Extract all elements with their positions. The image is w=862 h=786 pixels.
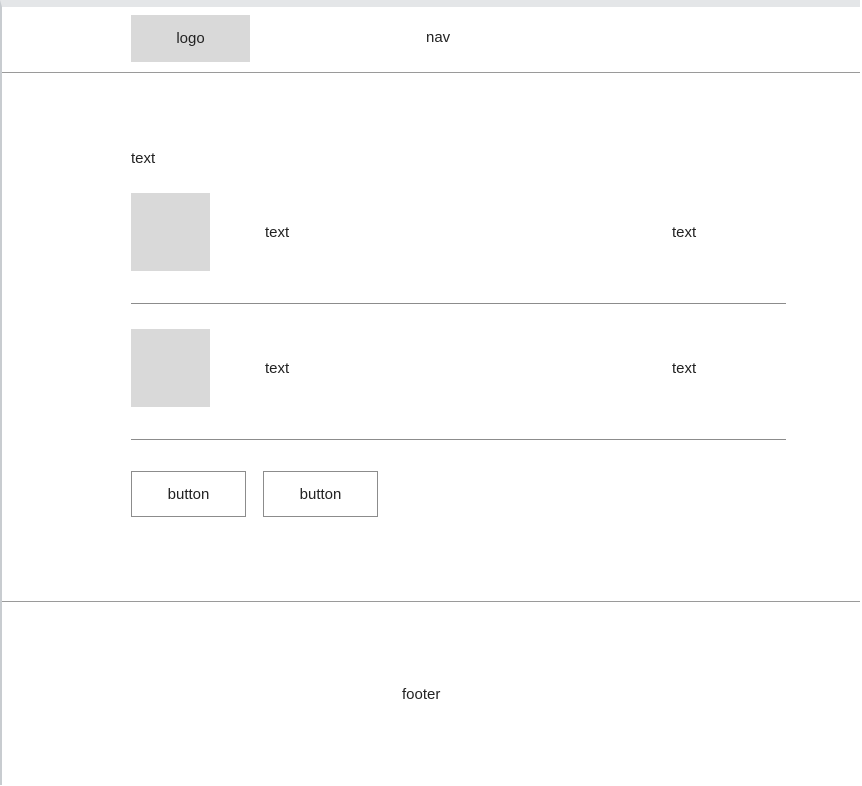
nav[interactable]: nav bbox=[426, 29, 450, 46]
header: logo nav bbox=[2, 7, 860, 73]
thumbnail-placeholder bbox=[131, 193, 210, 271]
secondary-button[interactable]: button bbox=[263, 471, 378, 517]
footer-label: footer bbox=[402, 686, 441, 703]
list-item: text text bbox=[131, 329, 786, 440]
list-item-side-text: text bbox=[672, 360, 697, 377]
list-item-text: text bbox=[265, 224, 290, 241]
logo[interactable]: logo bbox=[131, 15, 250, 62]
main-heading-text: text bbox=[131, 150, 156, 167]
list-item-side-text: text bbox=[672, 224, 697, 241]
list-item: text text bbox=[131, 193, 786, 304]
thumbnail-placeholder bbox=[131, 329, 210, 407]
list-item-text: text bbox=[265, 360, 290, 377]
primary-button[interactable]: button bbox=[131, 471, 246, 517]
wireframe-page: logo nav text text text text text button… bbox=[0, 0, 860, 785]
footer: footer bbox=[2, 601, 860, 786]
logo-label: logo bbox=[176, 30, 205, 47]
button-group: button button bbox=[131, 471, 378, 517]
